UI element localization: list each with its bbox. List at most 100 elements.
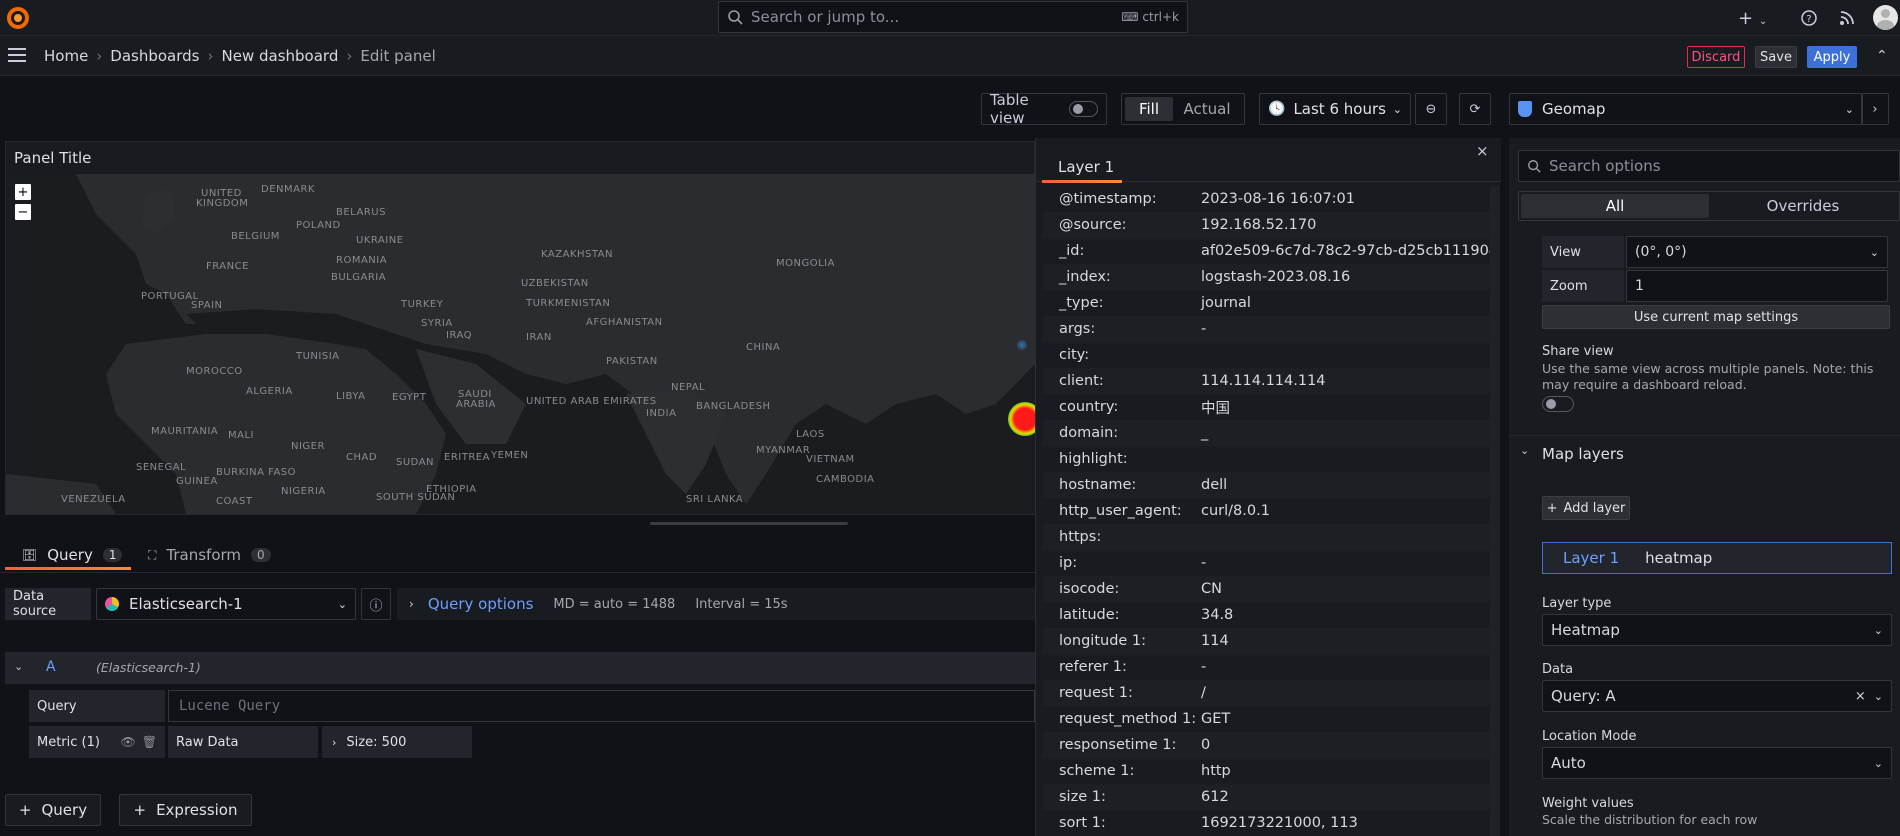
view-select[interactable]: (0°, 0°) ⌄: [1626, 236, 1888, 268]
search-options-input[interactable]: Search options: [1518, 150, 1900, 182]
fill-option[interactable]: Fill: [1125, 97, 1173, 121]
metric-size-setting[interactable]: › Size: 500: [322, 726, 472, 758]
breadcrumb-home[interactable]: Home: [44, 47, 88, 65]
fill-actual-segment: Fill Actual: [1121, 93, 1245, 125]
tab-all[interactable]: All: [1521, 194, 1709, 218]
view-label: View: [1542, 236, 1624, 268]
active-tab-underline: [5, 567, 131, 570]
tab-query[interactable]: 🗄 Query 1: [22, 546, 123, 564]
field-row: client: 114.114.114.114: [1043, 368, 1490, 394]
field-key: https:: [1059, 529, 1102, 545]
table-view-toggle[interactable]: Table view: [981, 91, 1107, 127]
query-ref-id[interactable]: A: [46, 659, 56, 675]
layer-type-value: Heatmap: [1551, 621, 1620, 639]
chevron-down-icon[interactable]: ⌄: [14, 660, 23, 673]
metric-size-label: Size: 500: [346, 734, 407, 750]
menu-icon[interactable]: [8, 48, 26, 62]
breadcrumb-dashboards[interactable]: Dashboards: [110, 47, 199, 65]
geomap-map[interactable]: UNITED KINGDOM DENMARK BELARUS POLAND BE…: [6, 174, 1035, 514]
field-value: logstash-2023.08.16: [1201, 269, 1351, 285]
query-options-link[interactable]: Query options: [428, 595, 534, 613]
field-row: args: -: [1043, 316, 1490, 342]
chevron-up-icon[interactable]: ⌃: [1876, 48, 1888, 64]
eye-icon[interactable]: 👁: [121, 735, 136, 749]
tab-overrides[interactable]: Overrides: [1709, 194, 1897, 218]
location-mode-select[interactable]: Auto ⌄: [1542, 747, 1892, 779]
metric-type-select[interactable]: Raw Data: [168, 726, 318, 758]
location-mode-value: Auto: [1551, 754, 1586, 772]
close-icon[interactable]: ×: [1476, 142, 1489, 160]
tab-query-label: Query: [47, 546, 93, 564]
clear-icon[interactable]: ×: [1855, 689, 1866, 704]
actual-option[interactable]: Actual: [1173, 97, 1241, 121]
field-key: args:: [1059, 321, 1096, 337]
field-value: -: [1201, 659, 1207, 675]
map-zoom-in-button[interactable]: +: [15, 184, 31, 200]
datasource-name: Elasticsearch-1: [129, 595, 243, 613]
add-new-icon[interactable]: + ⌄: [1738, 8, 1767, 29]
chevron-down-icon: ⌄: [337, 597, 347, 611]
search-icon: [728, 10, 743, 25]
data-select[interactable]: Query: A × ⌄: [1542, 680, 1892, 712]
tab-transform-label: Transform: [166, 546, 242, 564]
zoom-label: Zoom: [1542, 270, 1624, 302]
map-zoom-out-button[interactable]: −: [15, 204, 31, 220]
tab-transform[interactable]: ⛶ Transform 0: [148, 546, 271, 564]
lucene-query-input[interactable]: Lucene Query: [168, 690, 1035, 722]
zoom-input[interactable]: 1: [1626, 270, 1888, 302]
add-query-button[interactable]: + Query: [5, 794, 101, 826]
datasource-picker[interactable]: Elasticsearch-1 ⌄: [96, 588, 356, 620]
field-key: size 1:: [1059, 789, 1106, 805]
field-key: request_method 1:: [1059, 711, 1197, 727]
discard-button[interactable]: Discard: [1687, 46, 1745, 68]
location-mode-label: Location Mode: [1542, 729, 1637, 744]
chevron-down-icon[interactable]: ⌄: [1520, 444, 1529, 457]
use-current-map-settings-button[interactable]: Use current map settings: [1542, 305, 1890, 329]
field-row: scheme 1: http: [1043, 758, 1490, 784]
query-options-bar[interactable]: › Query options MD = auto = 1488 Interva…: [397, 588, 1035, 620]
metric-label[interactable]: Metric (1) 👁 🗑: [29, 726, 165, 758]
refresh-button[interactable]: ⟳: [1459, 93, 1491, 125]
share-view-toggle[interactable]: [1542, 396, 1574, 412]
save-button[interactable]: Save: [1755, 46, 1797, 68]
interval-value: Interval = 15s: [695, 596, 788, 612]
field-row: isocode: CN: [1043, 576, 1490, 602]
tooltip-tab-layer1[interactable]: Layer 1: [1058, 158, 1114, 176]
data-label: Data: [1542, 662, 1574, 677]
global-search-input[interactable]: Search or jump to... ⌨ ctrl+k: [718, 1, 1188, 33]
time-range-picker[interactable]: 🕓 Last 6 hours ⌄: [1259, 93, 1411, 125]
breadcrumb-new-dashboard[interactable]: New dashboard: [222, 47, 339, 65]
datasource-help-button[interactable]: ⓘ: [361, 588, 391, 620]
query-datasource-name: (Elasticsearch-1): [96, 660, 201, 675]
user-avatar[interactable]: [1873, 5, 1898, 30]
view-value: (0°, 0°): [1635, 244, 1687, 260]
tooltip-scrollbar[interactable]: [1490, 186, 1500, 836]
chevron-down-icon: ⌄: [1873, 623, 1883, 637]
add-expression-button[interactable]: + Expression: [119, 794, 252, 826]
add-query-label: Query: [41, 801, 88, 819]
field-row: size 1: 612: [1043, 784, 1490, 810]
table-view-label: Table view: [990, 91, 1029, 127]
panel-resize-handle[interactable]: [650, 522, 848, 525]
apply-button[interactable]: Apply: [1807, 46, 1857, 68]
add-layer-button[interactable]: + Add layer: [1542, 496, 1630, 520]
layer-list-item[interactable]: Layer 1 heatmap: [1542, 542, 1892, 574]
zoom-out-time-button[interactable]: ⊖: [1415, 93, 1447, 125]
field-key: domain:: [1059, 425, 1119, 441]
news-rss-icon[interactable]: [1838, 9, 1856, 27]
toggle-switch[interactable]: [1069, 101, 1098, 117]
elasticsearch-icon: [105, 597, 119, 611]
plus-icon: +: [1546, 500, 1558, 516]
field-value: 114: [1201, 633, 1229, 649]
chevron-right-icon: ›: [96, 47, 103, 65]
section-divider: [1509, 435, 1900, 436]
grafana-logo-icon[interactable]: [6, 6, 30, 30]
layer-type-label: Layer type: [1542, 596, 1612, 611]
layer-type-select[interactable]: Heatmap ⌄: [1542, 614, 1892, 646]
trash-icon[interactable]: 🗑: [142, 735, 157, 749]
collapse-options-button[interactable]: ›: [1861, 93, 1889, 125]
map-layers-header[interactable]: Map layers: [1542, 445, 1624, 463]
visualization-picker[interactable]: Geomap ⌄: [1509, 93, 1863, 125]
field-row: sort 1: 1692173221000, 113: [1043, 810, 1490, 836]
help-icon[interactable]: ?: [1800, 9, 1818, 27]
